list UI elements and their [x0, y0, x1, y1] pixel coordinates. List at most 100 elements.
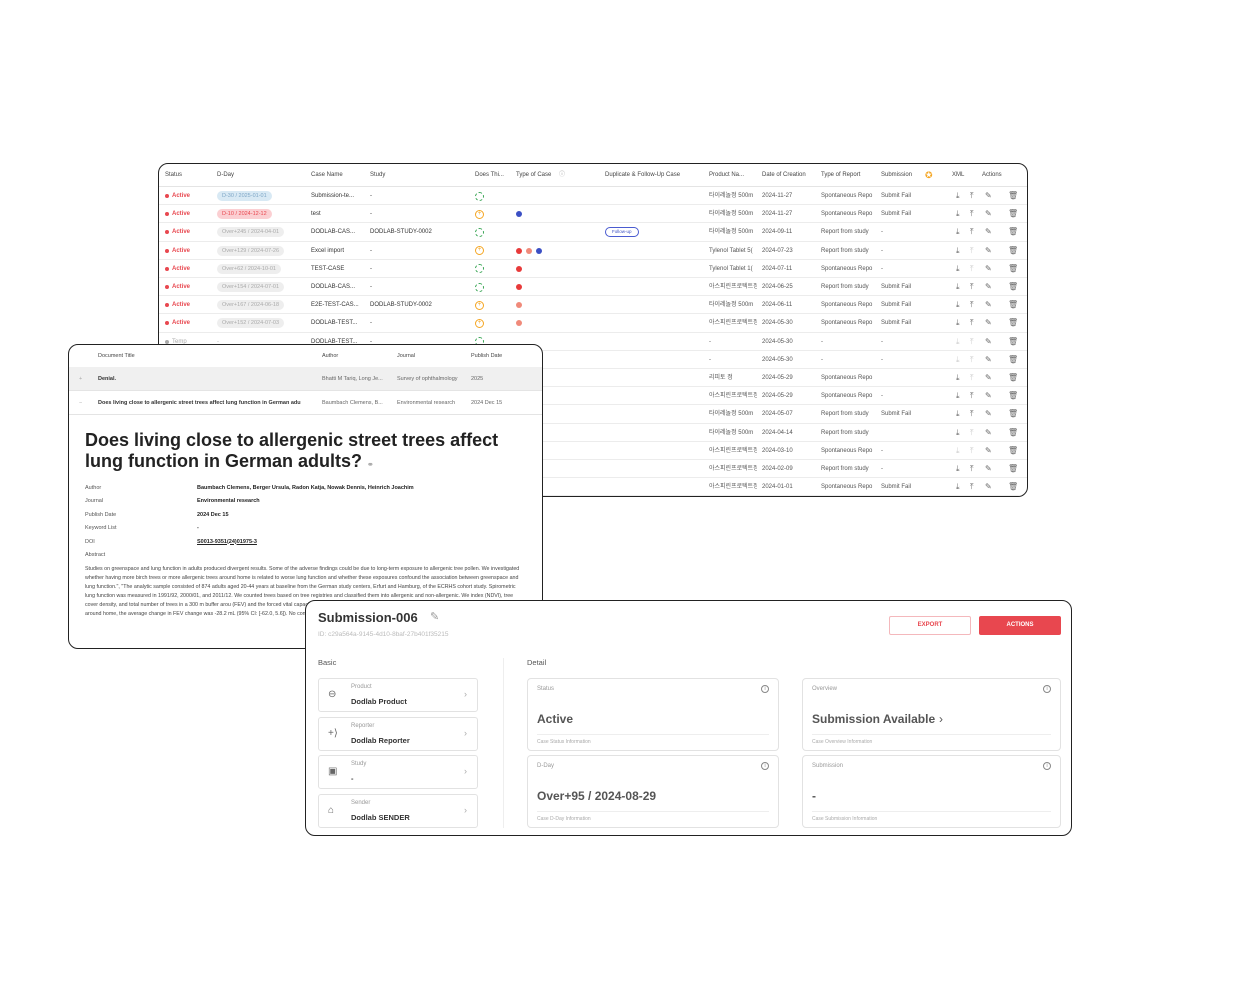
header-dday[interactable]: D-Day [217, 164, 235, 187]
table-row[interactable]: Active D-10 / 2024-12-12 test - + 타이레놀정 500m 2… [159, 205, 1027, 224]
case-name[interactable]: Submission-te... [311, 187, 354, 205]
info-icon[interactable]: i [1043, 685, 1051, 693]
case-name[interactable]: DODLAB-CAS... [311, 223, 355, 241]
case-name[interactable]: Excel import [311, 242, 344, 260]
trash-icon[interactable]: 🗑 [1008, 369, 1018, 387]
edit-pencil-icon[interactable]: ✎ [985, 351, 992, 369]
upload-icon[interactable]: ⤒ [970, 442, 974, 460]
header-publish-date[interactable]: Publish Date [471, 345, 502, 367]
trash-icon[interactable]: 🗑 [1008, 260, 1018, 278]
trash-icon[interactable]: 🗑 [1008, 460, 1018, 478]
download-icon[interactable]: ⤓ [956, 442, 960, 460]
header-product[interactable]: Product Na... [709, 164, 745, 187]
download-icon[interactable]: ⤓ [956, 351, 960, 369]
download-icon[interactable]: ⤓ [956, 223, 960, 241]
chevron-right-icon[interactable]: › [464, 766, 467, 776]
trash-icon[interactable]: 🗑 [1008, 351, 1018, 369]
header-type-of-case[interactable]: Type of Case [516, 164, 552, 187]
header-submission[interactable]: Submission [881, 164, 913, 187]
download-icon[interactable]: ⤓ [956, 187, 960, 205]
export-button[interactable]: EXPORT [889, 616, 971, 635]
table-row[interactable]: Active Over+167 / 2024-06-18 E2E-TEST-CAS.… [159, 296, 1027, 315]
table-row[interactable]: Active Over+154 / 2024-07-01 DODLAB-CAS...… [159, 278, 1027, 297]
trash-icon[interactable]: 🗑 [1008, 478, 1018, 496]
trash-icon[interactable]: 🗑 [1008, 314, 1018, 332]
header-study[interactable]: Study [370, 164, 386, 187]
header-actions[interactable]: Actions [982, 164, 1002, 187]
upload-icon[interactable]: ⤒ [970, 205, 974, 223]
download-icon[interactable]: ⤓ [956, 460, 960, 478]
upload-icon[interactable]: ⤒ [970, 351, 974, 369]
chevron-right-icon[interactable]: › [464, 728, 467, 738]
case-name[interactable]: E2E-TEST-CAS... [311, 296, 359, 314]
edit-pencil-icon[interactable]: ✎ [985, 424, 992, 442]
case-name[interactable]: test [311, 205, 321, 223]
upload-icon[interactable]: ⤒ [970, 278, 974, 296]
follow-up-badge[interactable]: Follow-up [605, 227, 639, 238]
header-journal[interactable]: Journal [397, 345, 415, 367]
edit-pencil-icon[interactable]: ✎ [985, 387, 992, 405]
edit-pencil-icon[interactable]: ✎ [430, 610, 439, 623]
edit-pencil-icon[interactable]: ✎ [985, 478, 992, 496]
download-icon[interactable]: ⤓ [956, 296, 960, 314]
download-icon[interactable]: ⤓ [956, 478, 960, 496]
upload-icon[interactable]: ⤒ [970, 260, 974, 278]
trash-icon[interactable]: 🗑 [1008, 387, 1018, 405]
download-icon[interactable]: ⤓ [956, 278, 960, 296]
download-icon[interactable]: ⤓ [956, 405, 960, 423]
header-type-report[interactable]: Type of Report [821, 164, 861, 187]
download-icon[interactable]: ⤓ [956, 260, 960, 278]
trash-icon[interactable]: 🗑 [1008, 223, 1018, 241]
trash-icon[interactable]: 🗑 [1008, 187, 1018, 205]
table-row[interactable]: Active Over+245 / 2024-04-01 DODLAB-CAS...… [159, 223, 1027, 242]
trash-icon[interactable]: 🗑 [1008, 333, 1018, 351]
basic-card-sender[interactable]: ⌂ Sender Dodlab SENDER › [318, 793, 478, 828]
table-row[interactable]: Active Over+62 / 2024-10-01 TEST-CASE - Tyle… [159, 260, 1027, 278]
download-icon[interactable]: ⤓ [956, 314, 960, 332]
trash-icon[interactable]: 🗑 [1008, 442, 1018, 460]
case-name[interactable]: DODLAB-TEST... [311, 314, 357, 332]
header-case-name[interactable]: Case Name [311, 164, 343, 187]
upload-icon[interactable]: ⤒ [970, 405, 974, 423]
trash-icon[interactable]: 🗑 [1008, 424, 1018, 442]
edit-pencil-icon[interactable]: ✎ [985, 205, 992, 223]
paper-row[interactable]: − Does living close to allergenic street… [69, 391, 542, 415]
header-date[interactable]: Date of Creation [762, 164, 806, 187]
edit-pencil-icon[interactable]: ✎ [985, 460, 992, 478]
meta-value-doi[interactable]: S0013-9351(24)01975-3 [197, 539, 257, 545]
table-row[interactable]: Active D-30 / 2025-01-01 Submission-te... -… [159, 187, 1027, 206]
download-icon[interactable]: ⤓ [956, 387, 960, 405]
edit-pencil-icon[interactable]: ✎ [985, 369, 992, 387]
edit-pencil-icon[interactable]: ✎ [985, 187, 992, 205]
edit-pencil-icon[interactable]: ✎ [985, 260, 992, 278]
edit-pencil-icon[interactable]: ✎ [985, 442, 992, 460]
upload-icon[interactable]: ⤒ [970, 242, 974, 260]
header-duplicate[interactable]: Duplicate & Follow-Up Case [605, 164, 681, 187]
download-icon[interactable]: ⤓ [956, 369, 960, 387]
download-icon[interactable]: ⤓ [956, 424, 960, 442]
trash-icon[interactable]: 🗑 [1008, 205, 1018, 223]
upload-icon[interactable]: ⤒ [970, 187, 974, 205]
download-icon[interactable]: ⤓ [956, 205, 960, 223]
upload-icon[interactable]: ⤒ [970, 424, 974, 442]
download-icon[interactable]: ⤓ [956, 333, 960, 351]
edit-pencil-icon[interactable]: ✎ [985, 223, 992, 241]
edit-pencil-icon[interactable]: ✎ [985, 405, 992, 423]
chevron-right-icon[interactable]: › [464, 689, 467, 699]
case-name[interactable]: DODLAB-CAS... [311, 278, 355, 296]
actions-button[interactable]: ACTIONS [979, 616, 1061, 635]
chevron-right-icon[interactable]: › [939, 712, 943, 726]
upload-icon[interactable]: ⤒ [970, 296, 974, 314]
edit-pencil-icon[interactable]: ✎ [985, 242, 992, 260]
collapse-toggle[interactable]: − [79, 391, 82, 415]
paper-row[interactable]: + Denial. Bhatti M Tariq, Long Je... Sur… [69, 367, 542, 391]
info-icon[interactable]: i [761, 685, 769, 693]
download-icon[interactable]: ⤓ [956, 242, 960, 260]
trash-icon[interactable]: 🗑 [1008, 405, 1018, 423]
header-xml[interactable]: XML [952, 164, 965, 187]
basic-card-reporter[interactable]: +⟩ Reporter Dodlab Reporter › [318, 716, 478, 751]
header-does-this[interactable]: Does Thi... [475, 164, 504, 187]
case-name[interactable]: TEST-CASE [311, 260, 344, 278]
info-icon[interactable]: i [1043, 762, 1051, 770]
basic-card-study[interactable]: ▣ Study - › [318, 755, 478, 790]
